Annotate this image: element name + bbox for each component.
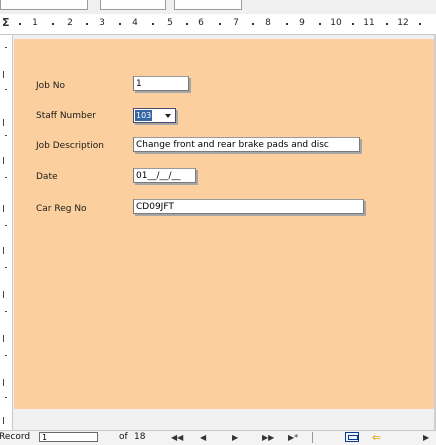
divider [312,432,313,443]
ruler-number: 11 [363,18,375,28]
tab-stop-icon[interactable]: Σ [2,16,10,29]
ruler-tick [52,23,54,25]
car-reg-no-label: Car Reg No [36,204,87,214]
ruler-tick [252,23,254,25]
ruler-tick [19,23,21,25]
toolbar-strip [0,0,436,14]
ruler-tick [186,23,188,25]
job-no-field[interactable]: 1 [133,76,189,91]
ruler-tick [419,23,421,25]
of-label: of [119,432,128,442]
ruler-tick [5,177,7,178]
ruler-tick [3,247,4,254]
record-label: Record [0,432,31,442]
ruler-tick [3,119,4,126]
new-record-button[interactable]: ▶* [288,433,298,442]
next-record-button[interactable]: ▶ [232,433,238,442]
ruler-tick [3,291,4,298]
last-record-button[interactable]: ▶▶ [262,433,274,442]
ruler-tick [119,23,121,25]
current-record-input[interactable]: 1 [39,432,98,442]
ruler-number: 9 [299,18,305,28]
play-icon[interactable]: ▶ [423,433,429,442]
toolbar-field-left[interactable] [0,0,88,10]
ruler-tick [319,23,321,25]
ruler-number: 12 [397,18,409,28]
ruler-number: 7 [233,18,239,28]
ruler-number: 6 [198,18,204,28]
job-description-field[interactable]: Change front and rear brake pads and dis… [133,137,360,152]
toolbar-field-right[interactable] [174,0,242,10]
ruler-tick [3,205,4,212]
ruler-tick [5,311,7,312]
ruler-number: 5 [167,18,173,28]
ruler-tick [352,23,354,25]
ruler-number: 8 [265,18,271,28]
ruler-tick [3,417,4,424]
ruler-tick [5,89,7,90]
horizontal-ruler: Σ 1 2 3 4 5 6 7 8 9 10 11 12 [0,14,436,35]
ruler-tick [286,23,288,25]
ruler-number: 4 [132,18,138,28]
back-arrow-icon[interactable]: ⇐ [372,431,381,444]
form-detail-section: Job No 1 Staff Number 103 Job Descriptio… [14,39,436,409]
ruler-tick [5,47,7,48]
job-description-label: Job Description [36,141,104,151]
chevron-down-icon[interactable] [162,110,174,121]
ruler-number: 1 [32,18,38,28]
previous-record-button[interactable]: ◀ [200,433,206,442]
ruler-number: 10 [330,18,342,28]
staff-number-label: Staff Number [36,111,96,121]
job-no-label: Job No [36,81,65,91]
date-label: Date [36,172,58,182]
ruler-tick [5,397,7,398]
record-count: 18 [134,432,146,442]
ruler-number: 2 [67,18,73,28]
ruler-tick [5,135,7,136]
ruler-tick [219,23,221,25]
ruler-tick [5,355,7,356]
ruler-tick [3,71,4,78]
ruler-tick [5,267,7,268]
date-field[interactable]: 01__/__/__ [133,168,196,183]
ruler-tick [86,23,88,25]
ruler-tick [3,335,4,342]
ruler-tick [3,157,4,164]
vertical-ruler [0,35,13,435]
staff-number-combo[interactable]: 103 [133,108,176,123]
ruler-tick [386,23,388,25]
ruler-tick [152,23,154,25]
ruler-number: 3 [99,18,105,28]
record-navigation-bar: Record 1 of 18 ◀◀ ◀ ▶ ▶▶ ▶* ⇐ ▶ [0,430,436,445]
first-record-button[interactable]: ◀◀ [171,433,183,442]
ruler-tick [3,379,4,386]
staff-number-selected-value: 103 [135,110,152,121]
car-reg-no-field[interactable]: CD09JFT [133,199,364,214]
toolbar-field-middle[interactable] [100,0,166,10]
form-view-icon[interactable] [345,432,359,442]
ruler-tick [5,225,7,226]
